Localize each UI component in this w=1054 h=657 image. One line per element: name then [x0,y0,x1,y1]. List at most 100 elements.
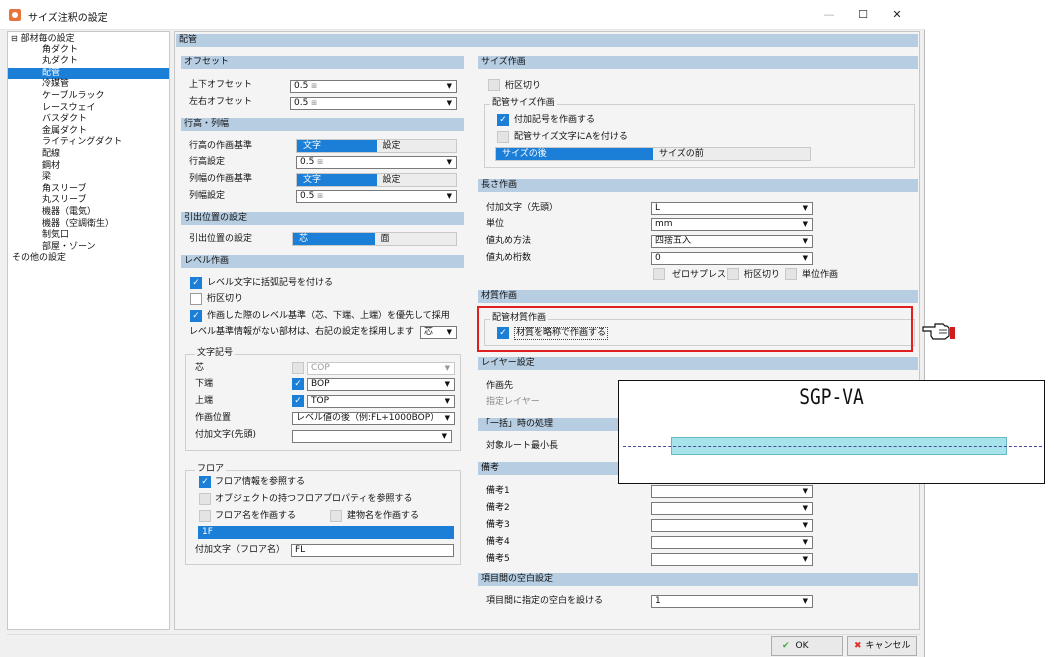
cancel-button[interactable]: ✖ キャンセル [847,636,917,656]
building-name-checkbox[interactable] [330,510,342,522]
floor-name-checkbox[interactable] [199,510,211,522]
collapse-icon[interactable]: ⊟ [11,34,18,43]
note-label: 備考4 [486,537,510,547]
updown-offset-label: 上下オフセット [189,80,253,90]
length-digit-label: 桁区切り [744,270,781,280]
lr-offset-select[interactable]: 0.5 ⊞ ▼ [290,97,457,110]
moji-top-select[interactable]: TOP ▼ [307,395,455,408]
tree-item[interactable]: 配管 [8,67,169,80]
note-select[interactable]: ▼ [651,553,813,566]
row-set-select[interactable]: 0.5 ⊞ ▼ [296,156,457,169]
length-header: 長さ作画 [478,179,918,192]
leader-toggle[interactable]: 芯 面 [292,232,457,246]
tree-item[interactable]: 部屋・ゾーン [8,242,169,254]
size-symbol-checkbox[interactable]: ✓ [497,114,509,126]
floor-prop-checkbox[interactable] [199,493,211,505]
tree-item[interactable]: 鋼材 [8,161,169,173]
row-base-moji[interactable]: 文字 [297,140,377,152]
length-zero-checkbox[interactable] [653,268,665,280]
moji-center-checkbox[interactable] [292,362,304,374]
tree-item[interactable]: 金属ダクト [8,126,169,138]
length-digits-select[interactable]: 0 ▼ [651,252,813,265]
moji-center-select[interactable]: COP ▼ [307,362,455,375]
leader-center[interactable]: 芯 [293,233,375,245]
moji-group-title: 文字記号 [195,348,236,359]
note-select[interactable]: ▼ [651,502,813,515]
size-pos-after[interactable]: サイズの後 [496,148,653,160]
material-header: 材質作画 [478,290,918,303]
tree-item[interactable]: 制気口 [8,230,169,242]
col-base-moji[interactable]: 文字 [297,174,377,186]
spacing-select[interactable]: 1 ▼ [651,595,813,608]
preview-annotation-text: SGP-VA [799,385,864,409]
tree-item[interactable]: ライティングダクト [8,137,169,149]
size-pos-before[interactable]: サイズの前 [653,148,810,160]
col-base-label: 列幅の作画基準 [189,174,253,184]
tree-item[interactable]: 梁 [8,172,169,184]
spacing-label: 項目間に指定の空白を設ける [486,596,604,606]
length-unit-select[interactable]: mm ▼ [651,218,813,231]
tree-item-other[interactable]: その他の設定 [8,253,169,265]
size-digit-label: 桁区切り [505,81,542,91]
col-set-label: 列幅設定 [189,191,226,201]
moji-bottom-checkbox[interactable]: ✓ [292,378,304,390]
tree-item[interactable]: 機器（電気） [8,207,169,219]
tree-item[interactable]: ケーブルラック [8,91,169,103]
tree-item[interactable]: 配線 [8,149,169,161]
maximize-button[interactable]: ☐ [846,4,880,26]
floor-ref-checkbox[interactable]: ✓ [199,476,211,488]
check-icon: ✔ [782,641,790,651]
preview-centerline [623,446,1042,447]
leader-label: 引出位置の設定 [189,234,253,244]
minimize-button[interactable]: — [812,4,846,26]
moji-prefix-select[interactable]: ▼ [292,430,452,443]
moji-pos-select[interactable]: レベル値の後（例:FL+1000BOP） ▼ [292,412,455,425]
tree-item[interactable]: 角スリーブ [8,184,169,196]
floor-list-item[interactable]: 1F [198,526,454,539]
floor-prefix-label: 付加文字（フロア名） [195,545,286,555]
size-pos-toggle[interactable]: サイズの後 サイズの前 [495,147,811,161]
cross-icon: ✖ [854,641,862,651]
col-set-select[interactable]: 0.5 ⊞ ▼ [296,190,457,203]
length-round-select[interactable]: 四捨五入 ▼ [651,235,813,248]
tree-item[interactable]: レースウェイ [8,103,169,115]
tree-item[interactable]: 機器（空調衛生） [8,219,169,231]
col-base-setting[interactable]: 設定 [376,174,456,186]
col-base-toggle[interactable]: 文字 設定 [296,173,457,187]
level-digit-label: 桁区切り [207,294,244,304]
note-select[interactable]: ▼ [651,485,813,498]
close-button[interactable]: ✕ [880,4,914,26]
layer-target-label: 作画先 [486,381,514,391]
tree-root[interactable]: ⊟ 部材毎の設定 [8,33,169,45]
level-prefer-checkbox[interactable]: ✓ [190,310,202,322]
tree-item[interactable]: 角ダクト [8,45,169,57]
updown-offset-select[interactable]: 0.5 ⊞ ▼ [290,80,457,93]
title-bar: サイズ注釈の設定 — ☐ ✕ [0,0,925,30]
row-base-toggle[interactable]: 文字 設定 [296,139,457,153]
size-a-checkbox[interactable] [497,131,509,143]
floor-prefix-input[interactable]: FL [291,544,454,557]
length-prefix-select[interactable]: L ▼ [651,202,813,215]
row-base-label: 行高の作画基準 [189,141,253,151]
tree-item[interactable]: バスダクト [8,114,169,126]
moji-bottom-select[interactable]: BOP ▼ [307,378,455,391]
tree-item[interactable]: 丸ダクト [8,56,169,68]
chevron-down-icon: ▼ [802,521,808,529]
tree-item[interactable]: 丸スリーブ [8,195,169,207]
leader-face[interactable]: 面 [374,233,456,245]
floor-prop-label: オブジェクトの持つフロアプロパティを参照する [215,494,413,504]
level-nobase-select[interactable]: 芯 ▼ [420,326,457,339]
length-digit-checkbox[interactable] [727,268,739,280]
tree-item[interactable]: 冷媒管 [8,79,169,91]
level-digit-checkbox[interactable] [190,293,202,305]
batch-minlen-label: 対象ルート最小長 [486,441,559,451]
rowcol-header: 行高・列幅 [181,118,464,131]
row-base-setting[interactable]: 設定 [376,140,456,152]
length-unit-checkbox[interactable] [785,268,797,280]
note-select[interactable]: ▼ [651,519,813,532]
note-select[interactable]: ▼ [651,536,813,549]
moji-top-checkbox[interactable]: ✓ [292,395,304,407]
size-digit-checkbox[interactable] [488,79,500,91]
level-bracket-checkbox[interactable]: ✓ [190,277,202,289]
ok-button[interactable]: ✔ OK [771,636,843,656]
